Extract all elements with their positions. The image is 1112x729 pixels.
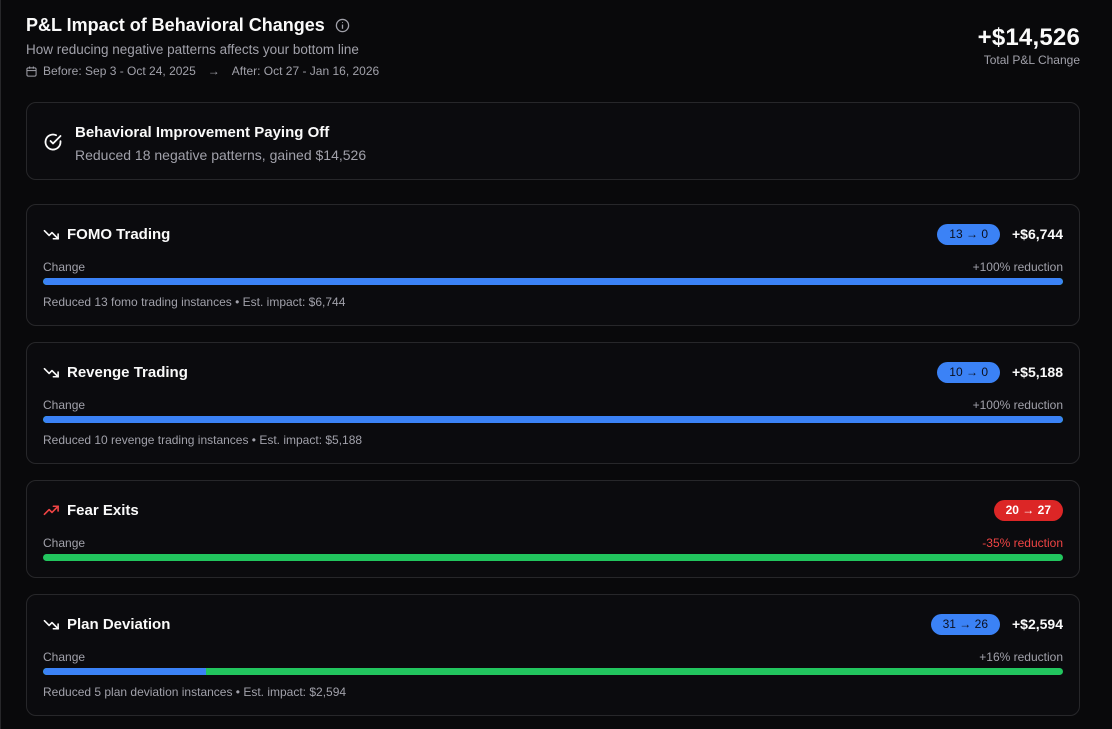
- pattern-card-revenge-trading: Revenge Trading 10 → 0 +$5,188 Change +1…: [26, 342, 1080, 464]
- improvement-banner: Behavioral Improvement Paying Off Reduce…: [26, 102, 1080, 180]
- count-badge: 13 → 0: [937, 223, 1000, 245]
- pattern-description: Reduced 13 fomo trading instances • Est.…: [43, 295, 346, 309]
- pattern-name: Revenge Trading: [67, 363, 188, 381]
- change-label: Change: [43, 260, 86, 274]
- pattern-name: Fear Exits: [67, 501, 139, 519]
- total-pnl: +$14,526 Total P&L Change: [978, 24, 1080, 67]
- before-period: Before: Sep 3 - Oct 24, 2025: [43, 64, 196, 78]
- change-label: Change: [43, 536, 86, 550]
- reduction-bar: [43, 278, 1063, 285]
- pnl-impact-panel: P&L Impact of Behavioral Changes How red…: [0, 0, 1112, 729]
- pattern-impact: +$6,744: [1012, 226, 1063, 242]
- info-icon[interactable]: [335, 18, 350, 33]
- reduction-bar-fill: [43, 416, 1063, 423]
- reduction-bar-fill: [43, 668, 207, 675]
- trending-down-icon: [43, 616, 60, 633]
- reduction-bar: [43, 554, 1063, 561]
- change-label: Change: [43, 650, 86, 664]
- pattern-card-plan-deviation: Plan Deviation 31 → 26 +$2,594 Change +1…: [26, 594, 1080, 716]
- pattern-impact: +$5,188: [1012, 364, 1063, 380]
- panel-header: P&L Impact of Behavioral Changes How red…: [26, 14, 1088, 84]
- date-range: Before: Sep 3 - Oct 24, 2025 → After: Oc…: [26, 64, 1088, 78]
- change-label: Change: [43, 398, 86, 412]
- reduction-percent: +16% reduction: [979, 650, 1063, 664]
- pattern-description: Reduced 5 plan deviation instances • Est…: [43, 685, 347, 699]
- trending-down-icon: [43, 364, 60, 381]
- count-badge: 20 → 27: [993, 499, 1063, 521]
- pattern-card-fear-exits: Fear Exits 20 → 27 Change -35% reduction: [26, 480, 1080, 578]
- pattern-name: Plan Deviation: [67, 615, 171, 633]
- page-subtitle: How reducing negative patterns affects y…: [26, 42, 359, 57]
- trending-down-icon: [43, 226, 60, 243]
- period-arrow: →: [207, 64, 220, 78]
- total-pnl-label: Total P&L Change: [983, 53, 1080, 67]
- calendar-icon: [26, 65, 37, 77]
- banner-title: Behavioral Improvement Paying Off: [75, 124, 330, 141]
- reduction-percent: +100% reduction: [972, 260, 1063, 274]
- after-period: After: Oct 27 - Jan 16, 2026: [231, 64, 380, 78]
- reduction-bar: [43, 416, 1063, 423]
- count-badge: 31 → 26: [930, 613, 1000, 635]
- banner-text: Reduced 18 negative patterns, gained $14…: [75, 147, 367, 163]
- count-badge: 10 → 0: [937, 361, 1000, 383]
- check-circle-icon: [43, 132, 63, 152]
- reduction-percent: +100% reduction: [972, 398, 1063, 412]
- trending-up-icon: [43, 502, 60, 519]
- pattern-impact: +$2,594: [1012, 616, 1063, 632]
- page-title: P&L Impact of Behavioral Changes: [26, 14, 325, 35]
- total-pnl-value: +$14,526: [977, 24, 1080, 51]
- pattern-description: Reduced 10 revenge trading instances • E…: [43, 433, 363, 447]
- reduction-percent: -35% reduction: [982, 536, 1063, 550]
- reduction-bar-fill: [43, 278, 1063, 285]
- reduction-bar: [43, 668, 1063, 675]
- pattern-card-fomo-trading: FOMO Trading 13 → 0 +$6,744 Change +100%…: [26, 204, 1080, 326]
- pattern-name: FOMO Trading: [67, 225, 171, 243]
